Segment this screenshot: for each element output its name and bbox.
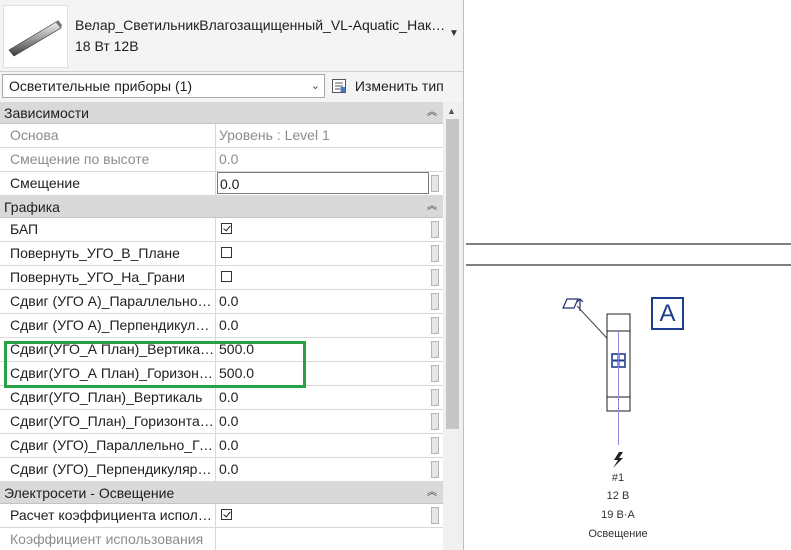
load-tag: 19 В·А bbox=[601, 509, 635, 521]
plan-view-graphics bbox=[466, 243, 791, 468]
circuit-number-tag: #1 bbox=[611, 472, 625, 484]
symbol-label-a[interactable]: A bbox=[651, 297, 684, 330]
system-tag: Освещение bbox=[588, 528, 648, 540]
lightning-icon bbox=[613, 452, 623, 468]
voltage-tag: 12 В bbox=[606, 490, 630, 502]
